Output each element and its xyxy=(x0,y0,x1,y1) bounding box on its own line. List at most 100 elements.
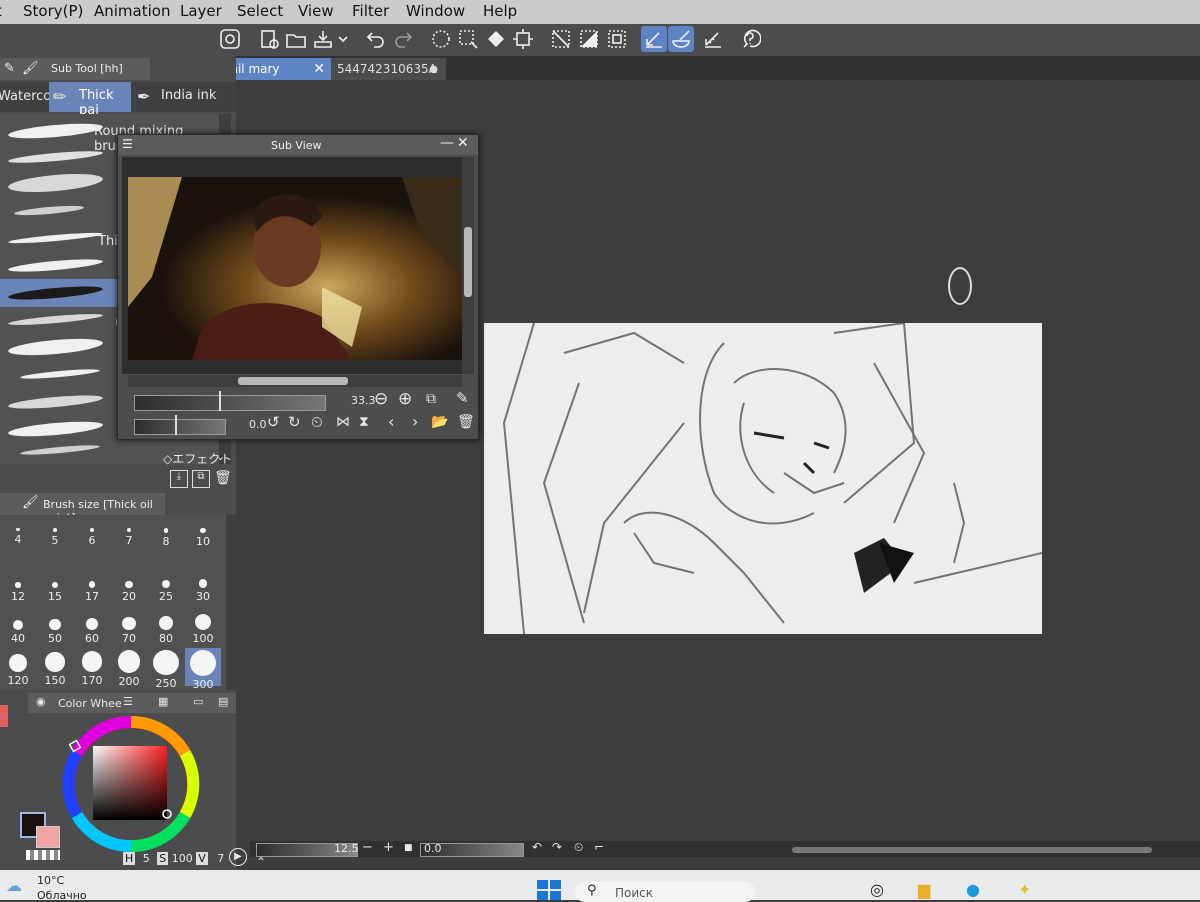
brush-size-option[interactable]: 20 xyxy=(111,564,147,603)
search-box[interactable]: ⚲ Поиск xyxy=(575,882,755,902)
brush-size-option[interactable]: 200 xyxy=(111,648,147,688)
brush-size-option[interactable]: 15 xyxy=(37,564,73,603)
brush-item[interactable] xyxy=(0,388,120,416)
brush-size-option[interactable]: 40 xyxy=(0,606,36,645)
trash-icon[interactable]: 🗑 xyxy=(214,470,232,486)
brush-size-option[interactable]: 70 xyxy=(111,606,147,645)
new-file-icon[interactable] xyxy=(256,26,282,52)
rotation-slider[interactable] xyxy=(134,419,226,435)
brush-size-option[interactable]: 12 xyxy=(0,564,36,603)
color-slider-tab-icon[interactable]: ☰ xyxy=(123,695,133,708)
menu-icon[interactable]: ☰ xyxy=(122,137,133,151)
rotate-left-icon[interactable]: ↺ xyxy=(267,413,280,431)
brush-size-option[interactable]: 120 xyxy=(0,648,36,687)
brush-size-option[interactable]: 25 xyxy=(148,564,184,603)
zoom-in-icon[interactable]: ⊕ xyxy=(398,389,412,409)
flip-icon[interactable]: ⌐ xyxy=(594,840,604,854)
brush-size-option[interactable]: 250 xyxy=(148,648,184,690)
canvas-horizontal-scrollbar[interactable] xyxy=(792,847,1152,853)
minimize-icon[interactable]: — xyxy=(440,135,454,151)
brush-item[interactable] xyxy=(0,334,120,362)
trash-icon[interactable]: 🗑 xyxy=(457,414,475,430)
windows-start-icon[interactable] xyxy=(537,880,561,900)
brush-size-option[interactable]: 300 xyxy=(185,648,221,691)
import-icon[interactable]: ⤓ xyxy=(170,470,188,488)
brush-size-option[interactable]: 60 xyxy=(74,606,110,645)
close-icon[interactable]: ✕ xyxy=(313,61,325,77)
flip-horizontal-icon[interactable]: ⋈ xyxy=(336,414,350,430)
menu-layer[interactable]: Layer xyxy=(180,2,222,20)
import-image-icon[interactable]: 📂 xyxy=(431,414,448,430)
zoom-out-icon[interactable]: − xyxy=(362,840,373,855)
dropdown-arrow-icon[interactable] xyxy=(336,26,350,52)
group-tab-india-ink[interactable]: ✒ India ink xyxy=(133,82,217,112)
group-tab-watercolor[interactable]: Watercol xyxy=(0,84,55,110)
rotation-slider-thumb[interactable] xyxy=(175,415,177,435)
transform-icon[interactable] xyxy=(510,26,536,52)
drawing-canvas[interactable] xyxy=(484,321,1043,635)
edge-browser-icon[interactable]: ● xyxy=(966,880,980,899)
file-explorer-icon[interactable]: ▆ xyxy=(918,880,930,899)
fit-view-icon[interactable]: ⧉ xyxy=(426,391,436,407)
snap-off-icon[interactable] xyxy=(576,26,602,52)
eyedropper-icon[interactable]: ✎ xyxy=(456,389,469,407)
brush-item[interactable] xyxy=(0,362,120,390)
color-mixing-tab-icon[interactable]: ▤ xyxy=(218,695,228,708)
reset-rotation-icon[interactable]: ⏲ xyxy=(311,413,323,431)
snap-grid-icon[interactable] xyxy=(604,26,630,52)
app-icon[interactable]: ✦ xyxy=(1018,880,1031,899)
flip-vertical-icon[interactable]: ⧗ xyxy=(359,414,369,430)
color-wheel[interactable] xyxy=(60,713,202,855)
color-history-tab-icon[interactable]: ▭ xyxy=(193,695,203,708)
brush-item[interactable] xyxy=(0,198,120,226)
previous-image-icon[interactable]: ‹ xyxy=(388,412,394,431)
menu-select[interactable]: Select xyxy=(237,2,283,20)
brush-item[interactable] xyxy=(0,170,120,198)
zoom-slider[interactable] xyxy=(134,395,326,411)
sub-view-vertical-scrollbar[interactable] xyxy=(462,157,474,374)
menu-help[interactable]: Help xyxy=(483,2,517,20)
menu-window[interactable]: Window xyxy=(406,2,465,20)
play-icon[interactable]: ▶ xyxy=(229,848,247,866)
brush-item[interactable]: ( xyxy=(0,307,125,335)
brush-size-option[interactable]: 170 xyxy=(74,648,110,687)
sub-view-titlebar[interactable]: ☰ Sub View — ✕ xyxy=(118,135,478,155)
brush-item[interactable] xyxy=(0,144,120,172)
redo-icon[interactable] xyxy=(390,26,416,52)
panel-edge-color-tab[interactable] xyxy=(0,705,8,727)
brush-size-option[interactable]: 150 xyxy=(37,648,73,687)
brush-item[interactable] xyxy=(0,252,120,280)
brush-size-option[interactable]: 8 xyxy=(148,522,184,560)
open-folder-icon[interactable] xyxy=(283,26,309,52)
brush-size-option[interactable]: 7 xyxy=(111,522,147,560)
brush-size-option[interactable]: 5 xyxy=(37,522,73,560)
tab-second-document[interactable]: 544742310635А ● xyxy=(331,58,446,80)
brush-item-selected[interactable] xyxy=(0,279,120,307)
menu-filter[interactable]: Filter xyxy=(352,2,389,20)
brush-size-option[interactable]: 80 xyxy=(148,606,184,645)
zoom-slider-thumb[interactable] xyxy=(219,391,221,411)
brush-size-option[interactable]: 50 xyxy=(37,606,73,645)
fill-icon[interactable] xyxy=(483,26,509,52)
duplicate-icon[interactable]: ⧉ xyxy=(192,470,210,488)
menu-story[interactable]: Story(P) xyxy=(23,2,83,20)
pen-tab-icon[interactable]: ✎ xyxy=(4,61,15,76)
brush-size-option[interactable]: 17 xyxy=(74,564,110,603)
select-all-icon[interactable] xyxy=(428,26,454,52)
sub-view-horizontal-scrollbar[interactable] xyxy=(128,375,462,387)
ruler-active-icon[interactable] xyxy=(700,26,726,52)
clip-studio-icon[interactable] xyxy=(217,26,243,52)
reset-rotation-icon[interactable]: ⏲ xyxy=(574,840,583,855)
brush-size-option[interactable]: 4 xyxy=(0,522,36,560)
brush-size-option[interactable]: 10 xyxy=(185,522,221,560)
app-icon[interactable]: ◎ xyxy=(870,880,884,899)
chevron-down-icon[interactable]: ⌄ xyxy=(216,450,225,463)
crop-icon[interactable] xyxy=(548,26,574,52)
transparent-color-swatch[interactable] xyxy=(26,850,60,860)
expand-icon[interactable]: ⌃ xyxy=(256,855,266,869)
menu-view[interactable]: View xyxy=(298,2,334,20)
zoom-out-icon[interactable]: ⊖ xyxy=(374,389,388,409)
pen-active-icon[interactable] xyxy=(641,26,667,52)
zoom-in-icon[interactable]: + xyxy=(383,840,394,855)
undo-icon[interactable] xyxy=(363,26,389,52)
